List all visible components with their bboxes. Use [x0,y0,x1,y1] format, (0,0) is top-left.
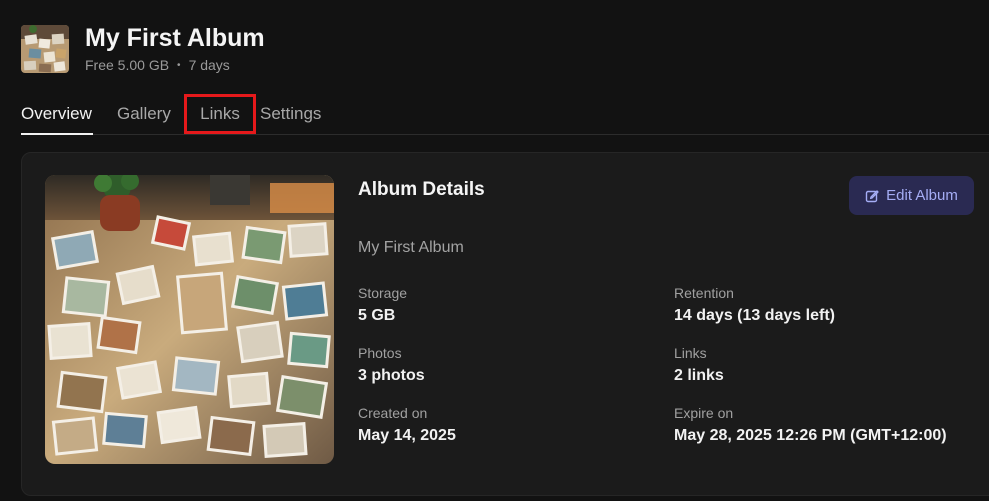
storage-value: 5 GB [358,307,396,324]
storage-label: Storage [358,285,408,301]
links-value: 2 links [674,367,724,384]
duration-label: 7 days [188,57,230,73]
meta-separator: • [177,59,181,71]
details-album-name: My First Album [358,239,464,256]
field-created: Created on May 14, 2025 [358,405,456,445]
retention-label: Retention [674,285,734,301]
photos-value: 3 photos [358,367,425,384]
details-title: Album Details [358,179,485,200]
tab-overview[interactable]: Overview [21,92,93,135]
album-cover-image [45,175,334,464]
plan-label: Free 5.00 GB [85,57,170,73]
created-label: Created on [358,405,428,421]
field-expire: Expire on May 28, 2025 12:26 PM (GMT+12:… [674,405,947,445]
edit-album-label: Edit Album [886,187,958,204]
photos-label: Photos [358,345,402,361]
field-links: Links 2 links [674,345,724,385]
created-value: May 14, 2025 [358,427,456,444]
album-title: My First Album [85,24,265,52]
album-header: My First Album Free 5.00 GB • 7 days [21,24,265,73]
tab-gallery[interactable]: Gallery [117,92,171,134]
field-photos: Photos 3 photos [358,345,425,385]
expire-value: May 28, 2025 12:26 PM (GMT+12:00) [674,427,947,444]
retention-value: 14 days (13 days left) [674,307,835,324]
field-retention: Retention 14 days (13 days left) [674,285,835,325]
field-storage: Storage 5 GB [358,285,407,325]
edit-pencil-icon [865,189,879,203]
tab-links[interactable]: Links [184,94,256,134]
tab-settings[interactable]: Settings [260,92,321,134]
links-label: Links [674,345,707,361]
edit-album-button[interactable]: Edit Album [849,176,974,215]
album-thumbnail [21,24,69,73]
expire-label: Expire on [674,405,734,421]
tab-bar: Overview Gallery Links Settings [21,92,989,135]
album-meta: Free 5.00 GB • 7 days [85,57,265,73]
album-details-card: Album Details My First Album Edit Album … [21,152,989,496]
